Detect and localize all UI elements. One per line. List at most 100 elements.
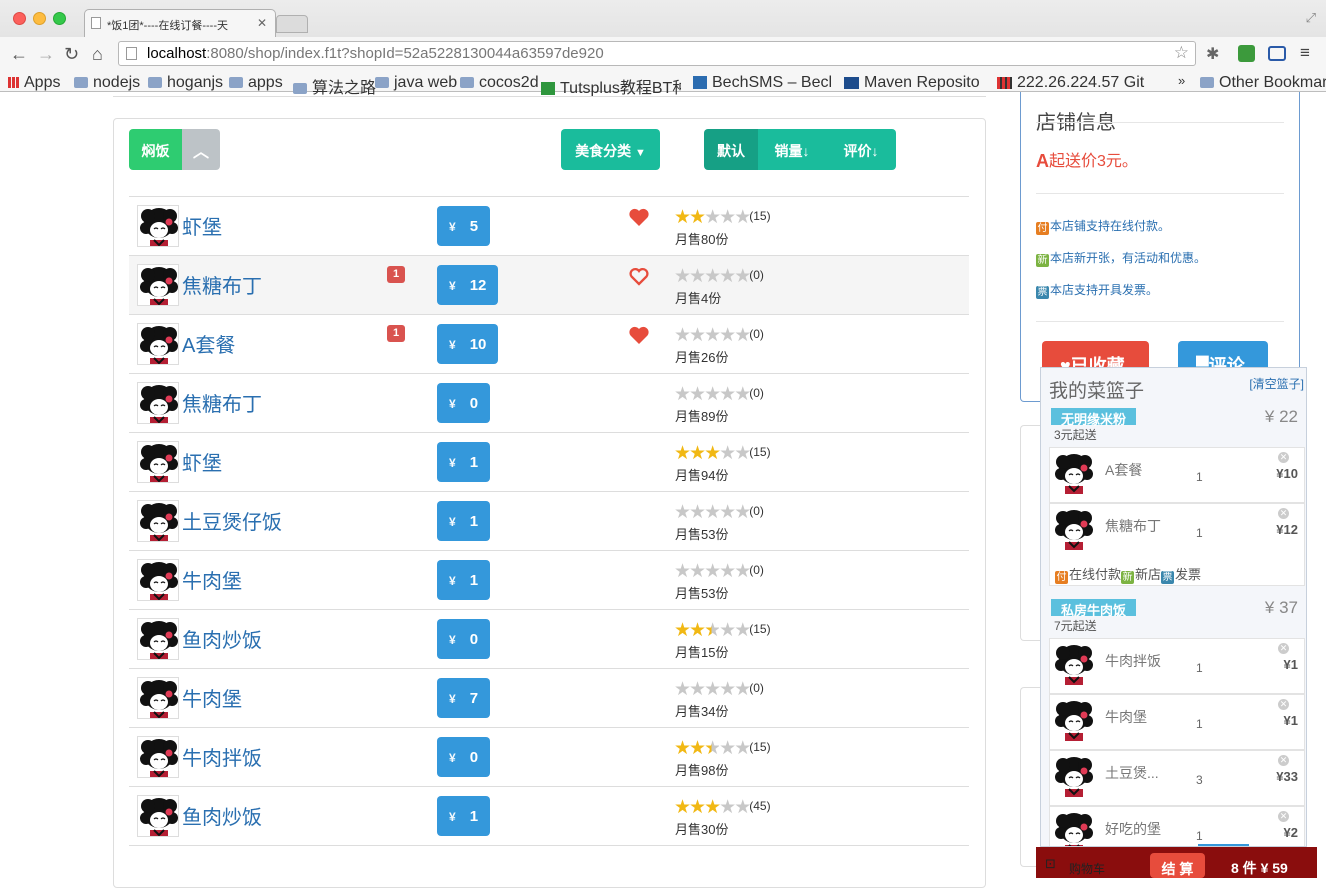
forward-icon[interactable]: →: [37, 44, 55, 65]
remove-item-icon[interactable]: ✕: [1278, 643, 1289, 654]
bookmark-cocos2d[interactable]: cocos2d: [460, 74, 539, 92]
minimize-window-button[interactable]: [33, 12, 46, 25]
add-to-cart-price-button[interactable]: ¥12: [437, 265, 499, 305]
dish-name-link[interactable]: 牛肉堡: [182, 565, 242, 594]
bookmarks-overflow-icon[interactable]: »: [1178, 73, 1185, 88]
cart-item-qty[interactable]: 1: [1196, 717, 1203, 731]
dish-avatar: [137, 677, 179, 719]
dish-name-link[interactable]: 鱼肉炒饭: [182, 801, 262, 830]
collapse-category-button[interactable]: ︿: [182, 129, 220, 170]
dish-name-link[interactable]: 虾堡: [182, 447, 222, 476]
close-window-button[interactable]: [13, 12, 26, 25]
cart-item-qty[interactable]: 1: [1196, 470, 1203, 484]
star-filled-icon: ★: [689, 738, 706, 759]
sort-rating-button[interactable]: 评价↓: [826, 129, 896, 170]
dish-avatar: [137, 559, 179, 601]
extension-blue-icon[interactable]: [1268, 46, 1286, 61]
food-category-dropdown[interactable]: 美食分类 ▼: [561, 129, 660, 170]
zoom-window-button[interactable]: [53, 12, 66, 25]
star-filled-icon: ★: [674, 207, 691, 228]
cart-shop-name[interactable]: 私房牛肉饭: [1051, 599, 1137, 618]
address-bar[interactable]: localhost:8080/shop/index.f1t?shopId=52a…: [118, 41, 1196, 66]
clear-cart-link[interactable]: [清空篮子]: [1249, 375, 1304, 392]
add-to-cart-price-button[interactable]: ¥1: [437, 442, 491, 482]
add-to-cart-price-button[interactable]: ¥7: [437, 678, 491, 718]
add-to-cart-price-button[interactable]: ¥0: [437, 737, 491, 777]
add-to-cart-price-button[interactable]: ¥0: [437, 383, 491, 423]
dish-name-link[interactable]: 牛肉拌饭: [182, 742, 262, 771]
dish-name-link[interactable]: 鱼肉炒饭: [182, 624, 262, 653]
bookmark-apps[interactable]: Apps: [8, 74, 60, 92]
favorite-filled-icon[interactable]: [627, 205, 651, 229]
favorite-filled-icon[interactable]: [627, 323, 651, 347]
top-divider: [113, 92, 986, 97]
bookmark-other[interactable]: Other Bookmarks: [1200, 74, 1326, 92]
remove-item-icon[interactable]: ✕: [1278, 755, 1289, 766]
menu-icon[interactable]: ≡: [1300, 43, 1310, 63]
avatar-image: [1053, 452, 1095, 494]
cart-summary: 8 件 ¥ 59: [1231, 860, 1288, 876]
url-path: :8080/shop/index.f1t?shopId=52a522813004…: [206, 45, 604, 62]
remove-item-icon[interactable]: ✕: [1278, 452, 1289, 463]
sort-default-button[interactable]: 默认: [704, 129, 758, 170]
dish-name-link[interactable]: 焦糖布丁: [182, 388, 262, 417]
folder-icon: [74, 77, 88, 88]
dish-name-link[interactable]: 土豆煲仔饭: [182, 506, 282, 535]
dish-name-link[interactable]: 牛肉堡: [182, 683, 242, 712]
dish-name-link[interactable]: 虾堡: [182, 211, 222, 240]
cart-item-avatar: [1053, 452, 1099, 500]
extension-green-icon[interactable]: [1238, 45, 1255, 62]
bookmark-hoganjs[interactable]: hoganjs: [148, 74, 223, 92]
new-tab-button[interactable]: [276, 15, 308, 33]
cart-item-qty[interactable]: 1: [1196, 661, 1203, 675]
bookmark-git[interactable]: 222.26.224.57 Git: [997, 74, 1144, 92]
remove-item-icon[interactable]: ✕: [1278, 508, 1289, 519]
add-to-cart-price-button[interactable]: ¥5: [437, 206, 491, 246]
sort-sales-button[interactable]: 销量↓: [758, 129, 826, 170]
cart-item-qty[interactable]: 1: [1196, 526, 1203, 540]
bookmark-bechsms[interactable]: BechSMS – BechTech: [693, 74, 831, 92]
tag-icon: 票: [1161, 571, 1175, 584]
cart-item-qty[interactable]: 1: [1196, 829, 1203, 843]
add-to-cart-price-button[interactable]: ¥1: [437, 796, 491, 836]
category-tag-button[interactable]: 焖饭: [129, 129, 182, 170]
star-empty-icon: ★: [734, 738, 751, 759]
add-to-cart-price-button[interactable]: ¥1: [437, 560, 491, 600]
cart-item-price: ¥10: [1276, 466, 1298, 481]
cart-item-qty[interactable]: 3: [1196, 773, 1203, 787]
browser-tab[interactable]: *饭1团*----在线订餐----天 ✕: [84, 9, 276, 38]
bookmark-java-web[interactable]: java web: [375, 74, 457, 92]
cart-shop-name[interactable]: 无明缘米粉: [1051, 408, 1137, 427]
bookmark-apps-folder[interactable]: apps: [229, 74, 283, 92]
home-icon[interactable]: ⌂: [92, 44, 103, 65]
monthly-sales: 月售98份: [675, 763, 729, 778]
star-empty-icon: ★: [734, 620, 751, 641]
star-empty-icon: ★: [689, 679, 706, 700]
dish-avatar: [137, 382, 179, 424]
favorite-outline-icon[interactable]: [627, 264, 651, 288]
add-to-cart-price-button[interactable]: ¥1: [437, 501, 491, 541]
remove-item-icon[interactable]: ✕: [1278, 699, 1289, 710]
add-to-cart-price-button[interactable]: ¥10: [437, 324, 499, 364]
add-to-cart-price-button[interactable]: ¥0: [437, 619, 491, 659]
dish-name-link[interactable]: A套餐: [182, 329, 235, 358]
review-count: (0): [749, 504, 764, 518]
yen-icon: ¥: [449, 633, 456, 647]
bookmark-star-icon[interactable]: ☆: [1174, 43, 1189, 63]
url-host: localhost: [147, 45, 207, 62]
remove-item-icon[interactable]: ✕: [1278, 811, 1289, 822]
bookmark-maven[interactable]: Maven Repository: S: [844, 74, 980, 92]
reload-icon[interactable]: ↻: [64, 44, 79, 65]
checkout-button[interactable]: 结 算: [1150, 853, 1205, 878]
rating-stars: ★★★★★(0): [674, 384, 764, 404]
dish-name-link[interactable]: 焦糖布丁: [182, 270, 262, 299]
avatar-image: [138, 265, 178, 305]
back-icon[interactable]: ←: [10, 44, 28, 65]
avatar-image: [1053, 508, 1095, 550]
extension-icon[interactable]: ✱: [1206, 44, 1219, 64]
star-filled-icon: ★: [689, 797, 706, 818]
fullscreen-icon[interactable]: ⤢: [1306, 10, 1316, 26]
yen-icon: ¥: [449, 279, 456, 293]
bookmark-nodejs[interactable]: nodejs: [74, 74, 140, 92]
close-tab-icon[interactable]: ✕: [257, 16, 267, 30]
